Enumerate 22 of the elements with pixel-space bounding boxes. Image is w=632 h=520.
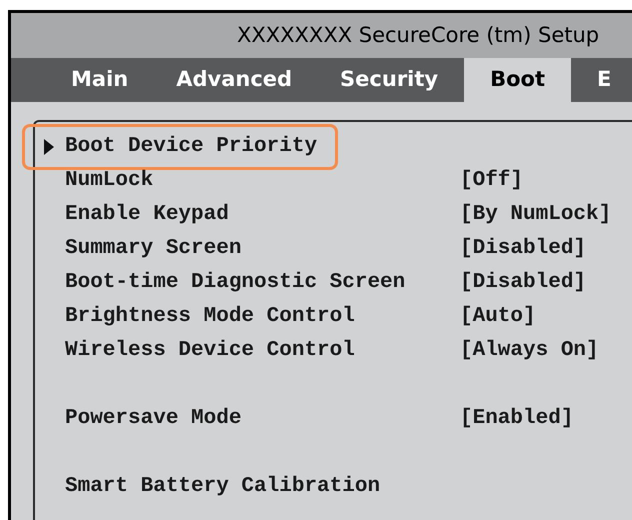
setting-label[interactable]: Wireless Device Control xyxy=(65,335,460,367)
setting-value[interactable]: [Auto] xyxy=(460,301,536,333)
setting-value[interactable]: [Disabled] xyxy=(460,267,586,299)
setting-value[interactable]: [Enabled] xyxy=(460,403,574,435)
window-title: XXXXXXXX SecureCore (tm) Setup xyxy=(237,22,600,48)
setting-value[interactable]: [Disabled] xyxy=(460,233,586,265)
tab[interactable]: Advanced xyxy=(154,58,314,102)
tab[interactable]: Main xyxy=(49,58,150,102)
tab[interactable]: E xyxy=(575,58,632,102)
setting-label[interactable]: Brightness Mode Control xyxy=(65,301,460,333)
setting-value[interactable]: [Off] xyxy=(460,165,524,197)
setting-label[interactable]: Powersave Mode xyxy=(65,403,460,435)
setting-label[interactable]: Summary Screen xyxy=(65,233,460,265)
setting-label[interactable]: Boot-time Diagnostic Screen xyxy=(65,267,460,299)
setting-label[interactable]: Smart Battery Calibration xyxy=(65,471,460,503)
tab[interactable]: Security xyxy=(318,58,460,102)
setting-value[interactable]: [Always On] xyxy=(460,335,599,367)
submenu-item[interactable]: Boot Device Priority xyxy=(22,124,338,170)
setting-value[interactable]: [By NumLock] xyxy=(460,199,612,231)
tab[interactable]: Boot xyxy=(464,58,572,102)
setting-label[interactable]: Enable Keypad xyxy=(65,199,460,231)
arrow-icon xyxy=(44,139,54,155)
